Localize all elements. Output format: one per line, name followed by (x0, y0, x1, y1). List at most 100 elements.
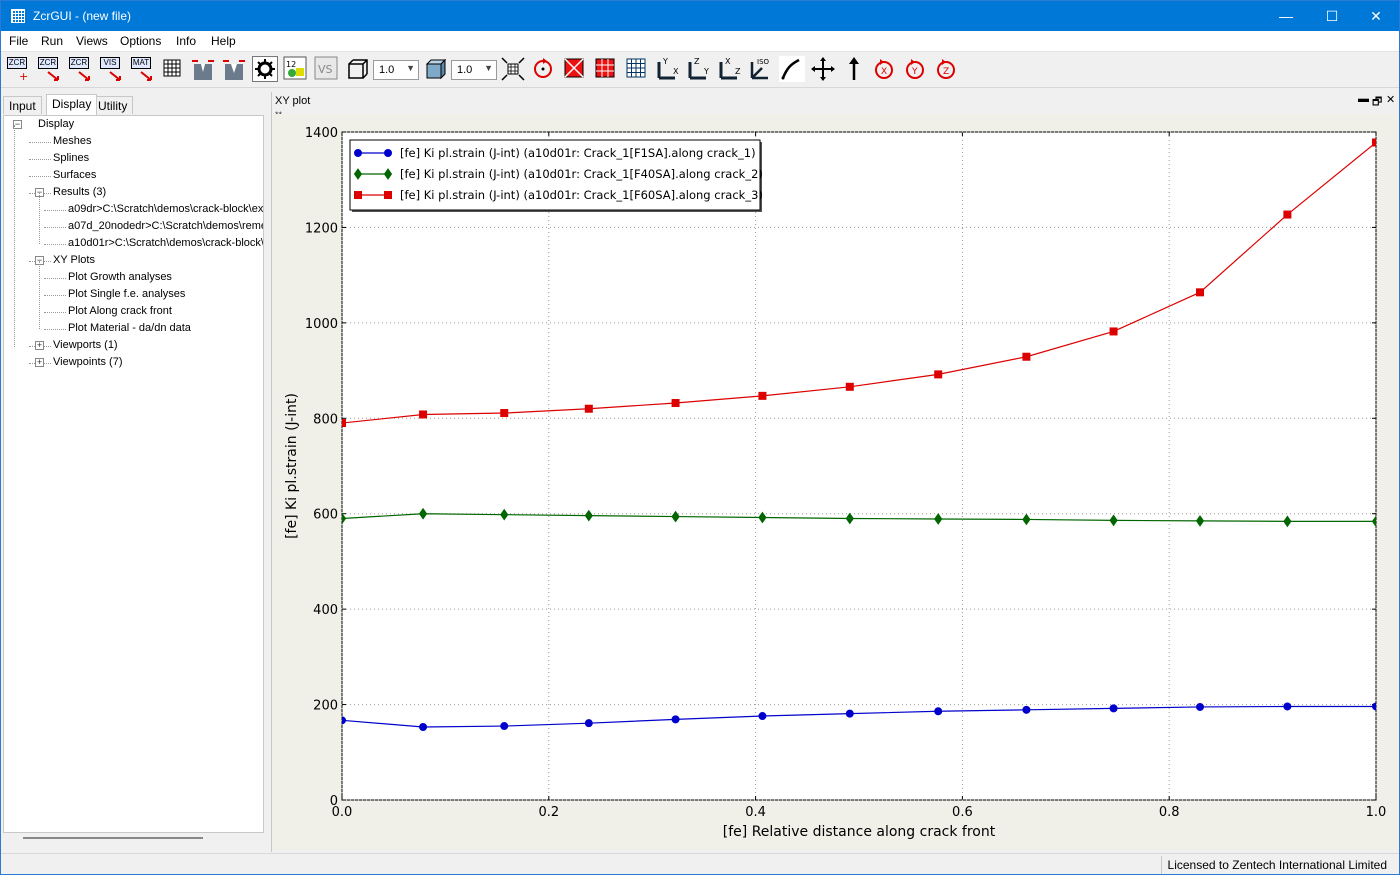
xy-plot-panel: XY plot ▬ 🗗 ✕ ** 0.00.20.40.60.81.002004… (271, 92, 1399, 852)
tree-item-label: Plot Material - da/dn data (68, 322, 191, 334)
data-point (934, 370, 943, 379)
crack-block-button[interactable] (190, 56, 216, 82)
tree-item-label: XY Plots (53, 254, 95, 266)
tab-utility[interactable]: Utility (92, 96, 134, 114)
menu-options[interactable]: Options (120, 34, 161, 48)
data-point (1022, 705, 1031, 714)
zcr-new-button[interactable]: ZCR + (5, 56, 31, 82)
rotate-x-button[interactable]: X (872, 56, 898, 82)
wireframe-box-button[interactable] (345, 56, 371, 82)
tab-input[interactable]: Input (3, 96, 42, 114)
horizontal-scrollbar[interactable] (23, 837, 203, 839)
rotate-z-button[interactable]: Z (934, 56, 960, 82)
zcr-run-button[interactable]: ZCR (67, 56, 93, 82)
draw-line-button[interactable] (779, 56, 805, 82)
data-point (342, 419, 346, 428)
tree-item-label: Plot Single f.e. analyses (68, 288, 186, 300)
red-mesh-icon (564, 58, 584, 78)
expand-icon[interactable]: + (35, 341, 44, 350)
blue-grid-button[interactable] (624, 56, 650, 82)
y-axis-label: [fe] Ki pl.strain (J-int) (284, 393, 300, 539)
rotate-button[interactable] (531, 56, 557, 82)
mat-button[interactable]: MAT (129, 56, 155, 82)
x-tick-label: 0.4 (745, 805, 766, 820)
axis-label: ISO (757, 58, 770, 66)
scale-combo-1[interactable]: 1.0 ▼ (373, 60, 419, 80)
scale-combo-2[interactable]: 1.0 ▼ (451, 60, 497, 80)
tree-item-label: Results (3) (53, 186, 107, 198)
numeric-button[interactable]: 12 (283, 56, 309, 82)
data-point (419, 410, 428, 419)
xy-plot-title: XY plot (275, 95, 311, 107)
panel-close-button[interactable]: ✕ (1386, 93, 1395, 106)
chevron-down-icon: ▼ (484, 63, 493, 73)
axes-zy-icon: Z Y (688, 57, 709, 80)
x-tick-label: 1.0 (1366, 805, 1387, 820)
tree-item-label: Viewpoints (7) (53, 356, 123, 368)
tree-connector (44, 295, 66, 296)
axes-xz-icon: X Z (719, 57, 741, 80)
tree-item-label: Plot Along crack front (68, 305, 172, 317)
license-status: Licensed to Zentech International Limite… (1167, 858, 1387, 872)
red-grid-icon (595, 58, 615, 78)
scale-combo-2-value: 1.0 (457, 64, 473, 76)
crack-block-open-button[interactable] (221, 56, 247, 82)
tree-item-label: a10d01r>C:\Scratch\demos\crack-block\ (68, 237, 264, 249)
menu-file[interactable]: File (9, 34, 28, 48)
menu-info[interactable]: Info (176, 34, 196, 48)
menu-help[interactable]: Help (211, 34, 236, 48)
x-axis-label: [fe] Relative distance along crack front (723, 824, 996, 840)
app-window: ZcrGUI - (new file) — ☐ ✕ File Run Views… (0, 0, 1400, 875)
tree-item-label: Viewports (1) (53, 339, 118, 351)
x-tick-label: 0.2 (538, 805, 559, 820)
move-up-button[interactable] (841, 56, 867, 82)
vis-button[interactable]: VIS (98, 56, 124, 82)
legend-marker (384, 149, 392, 157)
settings-button[interactable] (252, 56, 278, 82)
crack-block-icon (223, 60, 245, 80)
vs-button[interactable]: VS (314, 56, 340, 82)
y-tick-label: 200 (313, 699, 338, 714)
zoom-fit-button[interactable] (500, 56, 526, 82)
panel-restore-button[interactable]: 🗗 (1372, 93, 1382, 112)
minimize-button[interactable]: — (1263, 1, 1309, 31)
tree-item-label: a09dr>C:\Scratch\demos\crack-block\ex (68, 203, 264, 215)
tree-connector (44, 244, 66, 245)
scale-combo-1-value: 1.0 (379, 64, 395, 76)
y-tick-label: 600 (313, 508, 338, 523)
view-iso-button[interactable]: ISO (748, 56, 774, 82)
close-button[interactable]: ✕ (1353, 1, 1399, 31)
red-mesh-button[interactable] (562, 56, 588, 82)
pan-button[interactable] (810, 56, 836, 82)
expand-icon[interactable]: + (35, 358, 44, 367)
panel-minimize-button[interactable]: ▬ (1358, 93, 1369, 105)
tree-item-label: Plot Growth analyses (68, 271, 172, 283)
data-point (934, 707, 943, 716)
data-point (1196, 702, 1205, 711)
solid-box-button[interactable] (423, 56, 449, 82)
menu-run[interactable]: Run (41, 34, 63, 48)
red-grid-button[interactable] (593, 56, 619, 82)
data-point (500, 409, 509, 418)
tree-connector (29, 176, 51, 177)
zcr-open-button[interactable]: ZCR (36, 56, 62, 82)
tree-connector (44, 278, 66, 279)
maximize-button[interactable]: ☐ (1309, 1, 1355, 31)
rotate-y-button[interactable]: Y (903, 56, 929, 82)
view-yx-button[interactable]: Y X (655, 56, 681, 82)
view-zy-button[interactable]: Z Y (686, 56, 712, 82)
data-point (1022, 352, 1031, 361)
tree-connector (29, 142, 51, 143)
menu-views[interactable]: Views (76, 34, 108, 48)
tree-connector (44, 210, 66, 211)
toolbar: ZCR + ZCR ZCR VIS MAT 12 VS 1.0 ▼ 1.0 ▼ … (1, 52, 1399, 88)
tree-connector (44, 312, 66, 313)
tree-item-label: Meshes (53, 135, 92, 147)
data-point (671, 399, 680, 408)
data-point (1109, 327, 1118, 336)
axis-label: Z (694, 57, 700, 66)
tab-display[interactable]: Display (46, 94, 98, 115)
mesh-grid-button[interactable] (160, 56, 186, 82)
menu-bar: File Run Views Options Info Help (1, 31, 1399, 52)
view-xz-button[interactable]: X Z (717, 56, 743, 82)
